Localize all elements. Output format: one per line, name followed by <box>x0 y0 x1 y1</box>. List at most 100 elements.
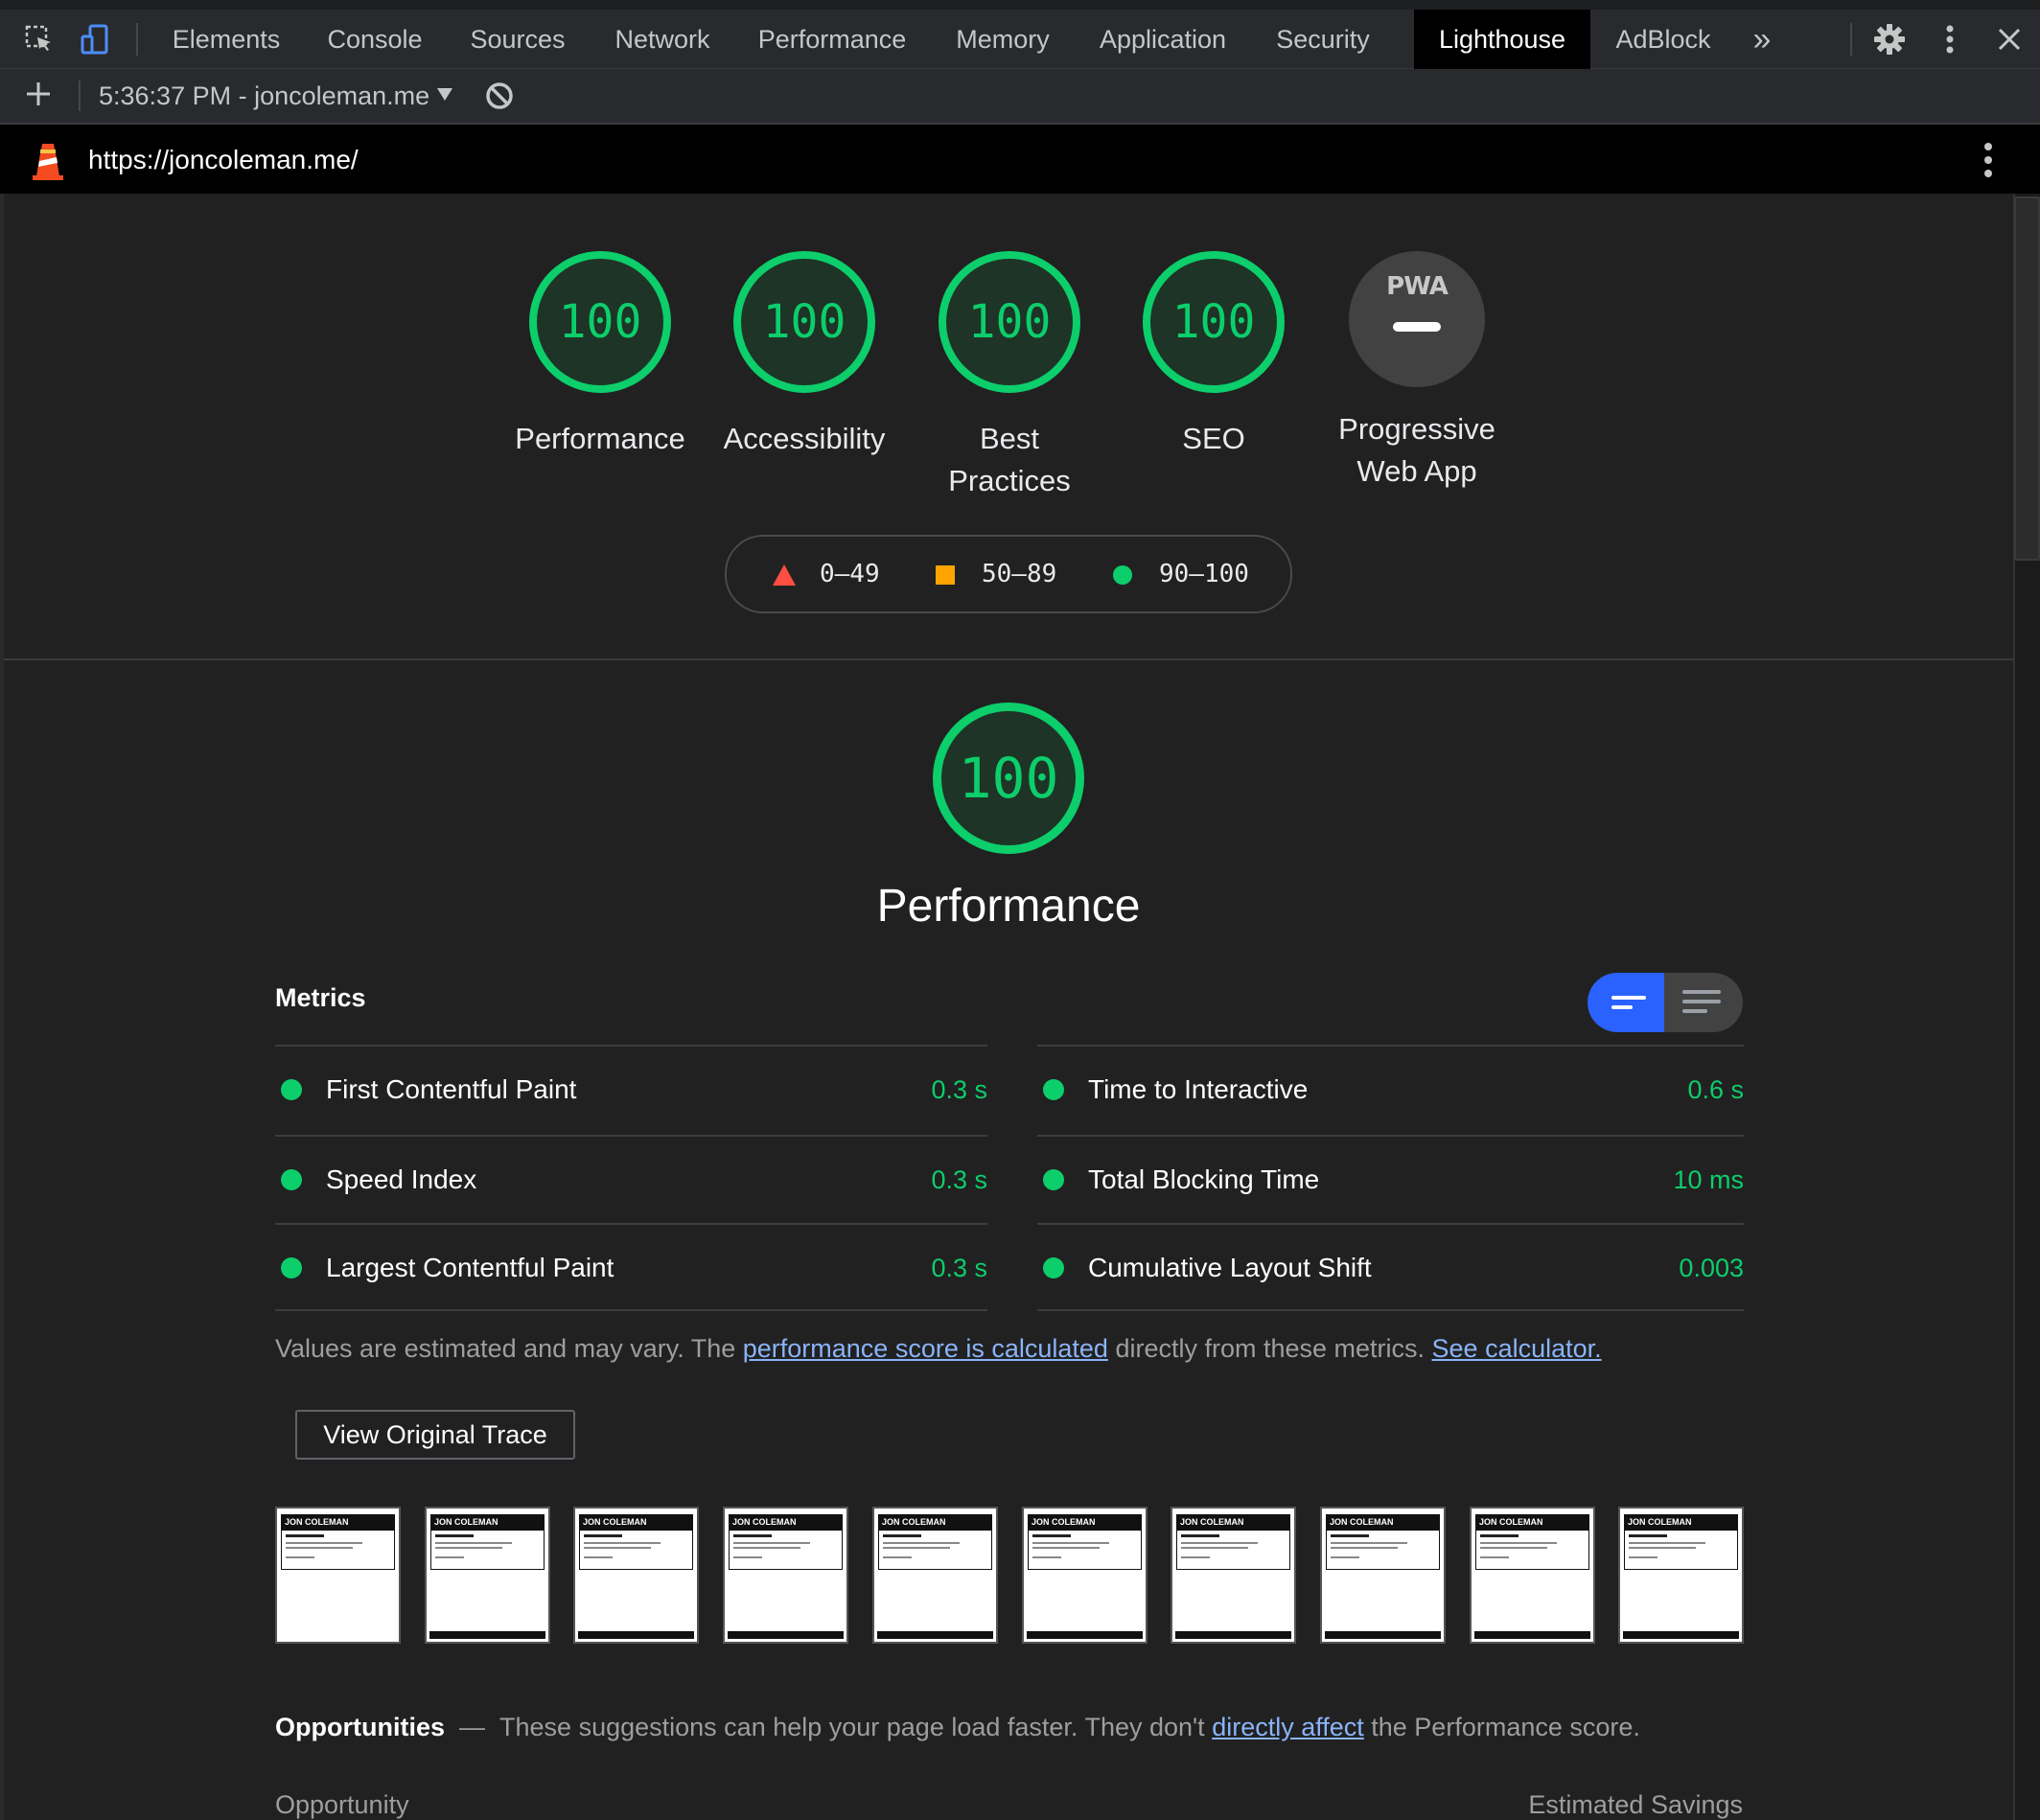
lighthouse-logo-icon <box>29 140 67 180</box>
frame-card <box>1176 1530 1290 1570</box>
tab-network[interactable]: Network <box>599 10 726 69</box>
opportunities-header: Opportunities — These suggestions can he… <box>275 1713 1640 1742</box>
column-estimated-savings: Estimated Savings <box>1528 1790 1743 1819</box>
gauge-performance[interactable]: 100 Performance <box>504 251 696 460</box>
device-toolbar-icon[interactable] <box>75 19 115 59</box>
gauge-score: 100 <box>939 251 1080 393</box>
legend-range-fail: 0–49 <box>820 560 880 588</box>
metric-value: 10 ms <box>1673 1165 1744 1194</box>
metrics-view-toggle[interactable] <box>1588 973 1743 1032</box>
metric-cumulative-layout-shift[interactable]: Cumulative Layout Shift 0.003 <box>1037 1223 1744 1311</box>
legend-range-average: 50–89 <box>982 560 1057 588</box>
pass-circle-icon <box>1043 1257 1064 1279</box>
note-text: directly from these metrics. <box>1107 1334 1432 1363</box>
tab-security[interactable]: Security <box>1263 10 1382 69</box>
frame-site-header: JON COLEMAN <box>579 1514 693 1530</box>
column-opportunity: Opportunity <box>275 1790 409 1819</box>
new-report-icon[interactable] <box>21 77 56 111</box>
tab-elements[interactable]: Elements <box>153 10 299 69</box>
more-tabs-icon[interactable]: » <box>1741 10 1783 69</box>
report-selector[interactable]: 5:36:37 PM - joncoleman.me <box>99 69 429 123</box>
gauge-accessibility[interactable]: 100 Accessibility <box>708 251 900 460</box>
filmstrip-frame: JON COLEMAN <box>425 1507 550 1644</box>
pwa-badge-icon: PWA <box>1349 251 1485 387</box>
more-options-icon[interactable] <box>1930 19 1970 59</box>
opportunities-heading: Opportunities <box>275 1713 445 1741</box>
gauge-seo[interactable]: 100 SEO <box>1118 251 1310 460</box>
filmstrip-frame: JON COLEMAN <box>1171 1507 1296 1644</box>
filmstrip-frame: JON COLEMAN <box>723 1507 848 1644</box>
frame-site-header: JON COLEMAN <box>878 1514 992 1530</box>
expanded-view-icon[interactable] <box>1682 990 1721 994</box>
metric-time-to-interactive[interactable]: Time to Interactive 0.6 s <box>1037 1045 1744 1133</box>
metric-largest-contentful-paint[interactable]: Largest Contentful Paint 0.3 s <box>275 1223 987 1311</box>
tab-lighthouse[interactable]: Lighthouse <box>1414 10 1590 69</box>
filmstrip-frame: JON COLEMAN <box>872 1507 998 1644</box>
clear-reports-icon[interactable] <box>484 81 515 111</box>
pass-circle-icon <box>1043 1079 1064 1100</box>
report-url[interactable]: https://joncoleman.me/ <box>88 125 359 196</box>
frame-nav-footer <box>1027 1631 1143 1639</box>
gauge-best-practices[interactable]: 100 Best Practices <box>914 251 1105 502</box>
filmstrip-frame: JON COLEMAN <box>275 1507 401 1644</box>
gauge-score: 100 <box>1143 251 1285 393</box>
tab-memory[interactable]: Memory <box>939 10 1066 69</box>
metric-name: First Contentful Paint <box>326 1074 577 1104</box>
metrics-heading: Metrics <box>275 983 366 1012</box>
gauge-pwa[interactable]: PWA Progressive Web App <box>1321 251 1513 493</box>
frame-nav-footer <box>1474 1631 1590 1639</box>
tab-performance[interactable]: Performance <box>740 10 924 69</box>
scrollbar-thumb[interactable] <box>2014 196 2040 561</box>
view-original-trace-button[interactable]: View Original Trace <box>295 1410 575 1460</box>
metric-total-blocking-time[interactable]: Total Blocking Time 10 ms <box>1037 1135 1744 1223</box>
frame-site-header: JON COLEMAN <box>1176 1514 1290 1530</box>
frame-nav-footer <box>578 1631 694 1639</box>
metric-name: Cumulative Layout Shift <box>1088 1253 1372 1282</box>
inspect-element-icon[interactable] <box>19 19 59 59</box>
frame-site-header: JON COLEMAN <box>430 1514 545 1530</box>
gauge-label: Performance <box>515 422 685 455</box>
frame-site-header: JON COLEMAN <box>281 1514 395 1530</box>
frame-site-header: JON COLEMAN <box>729 1514 843 1530</box>
filmstrip-frame: JON COLEMAN <box>1618 1507 1744 1644</box>
frame-card <box>1326 1530 1440 1570</box>
frame-nav-footer <box>1175 1631 1291 1639</box>
tab-sources[interactable]: Sources <box>451 10 585 69</box>
tab-application[interactable]: Application <box>1081 10 1244 69</box>
metrics-divider <box>275 1309 987 1311</box>
metric-name: Speed Index <box>326 1164 477 1194</box>
gauge-label: Accessibility <box>723 422 886 455</box>
metric-speed-index[interactable]: Speed Index 0.3 s <box>275 1135 987 1223</box>
gauge-score: 100 <box>733 251 875 393</box>
toggle-summary-view[interactable] <box>1588 973 1664 1032</box>
pass-circle-icon <box>281 1257 302 1279</box>
gauge-score: 100 <box>529 251 671 393</box>
report-menu-icon[interactable] <box>1975 138 2002 182</box>
pwa-badge-text: PWA <box>1386 272 1449 301</box>
metric-first-contentful-paint[interactable]: First Contentful Paint 0.3 s <box>275 1045 987 1133</box>
tab-adblock[interactable]: AdBlock <box>1603 10 1724 69</box>
average-square-icon <box>936 565 955 585</box>
metrics-divider <box>1037 1309 1744 1311</box>
close-icon[interactable] <box>1989 19 2029 59</box>
score-calculated-link[interactable]: performance score is calculated <box>743 1334 1108 1363</box>
gauge-label: Best Practices <box>948 422 1071 497</box>
metric-value: 0.3 s <box>931 1075 987 1104</box>
see-calculator-link[interactable]: See calculator. <box>1432 1334 1602 1363</box>
frame-card <box>1028 1530 1142 1570</box>
settings-gear-icon[interactable] <box>1869 19 1910 59</box>
pass-circle-icon <box>281 1169 302 1190</box>
directly-affect-link[interactable]: directly affect <box>1212 1713 1364 1741</box>
frame-card <box>1624 1530 1738 1570</box>
report-url-bar: https://joncoleman.me/ <box>0 125 2040 194</box>
em-dash: — <box>459 1713 486 1741</box>
gauge-label: Progressive Web App <box>1338 412 1495 488</box>
frame-site-header: JON COLEMAN <box>1475 1514 1589 1530</box>
performance-score-gauge: 100 <box>933 703 1084 854</box>
chevron-down-icon[interactable] <box>437 88 452 101</box>
frame-card <box>729 1530 843 1570</box>
pass-circle-icon <box>281 1079 302 1100</box>
filmstrip-frame: JON COLEMAN <box>573 1507 699 1644</box>
tab-console[interactable]: Console <box>299 10 451 69</box>
frame-nav-footer <box>728 1631 844 1639</box>
